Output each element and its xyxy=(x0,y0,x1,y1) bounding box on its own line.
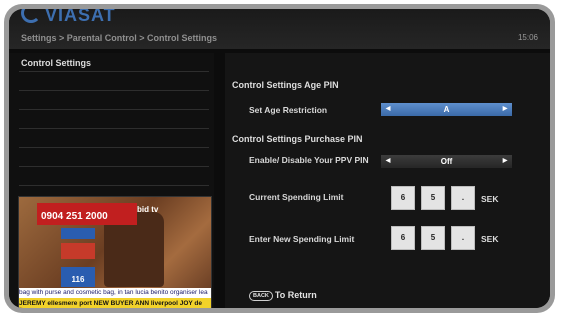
preview-price-tag xyxy=(61,243,95,259)
viasat-logo-icon xyxy=(21,9,41,23)
current-limit-digit-2: 5 xyxy=(421,186,445,210)
settings-panel: Control Settings Age PIN Set Age Restric… xyxy=(225,53,550,308)
arrow-left-icon[interactable]: ◀ xyxy=(383,155,393,168)
ppv-pin-toggle-label: Enable/ Disable Your PPV PIN xyxy=(249,155,369,165)
sidebar-divider xyxy=(19,147,209,148)
age-pin-section-title: Control Settings Age PIN xyxy=(232,80,339,90)
current-limit-digit-3: . xyxy=(451,186,475,210)
preview-quantity: 116 xyxy=(61,267,95,287)
sidebar-title: Control Settings xyxy=(21,58,91,68)
ppv-pin-toggle-value: Off xyxy=(440,157,453,166)
viasat-logo: VIASAT xyxy=(21,9,116,26)
preview-channel-logo: bid tv xyxy=(137,205,159,214)
preview-phone-number: 0904 251 2000 xyxy=(41,211,108,222)
back-key-icon: BACK xyxy=(249,291,273,301)
age-restriction-label: Set Age Restriction xyxy=(249,105,328,115)
preview-ticker-top: bag with purse and cosmetic bag, in tan … xyxy=(19,288,211,298)
tv-frame: VIASAT Settings > Parental Control > Con… xyxy=(4,4,555,313)
new-spending-limit-label: Enter New Spending Limit xyxy=(249,234,355,244)
new-limit-digit-3[interactable]: . xyxy=(451,226,475,250)
return-hint[interactable]: BACK To Return xyxy=(249,290,317,301)
current-spending-limit-label: Current Spending Limit xyxy=(249,192,344,202)
arrow-right-icon[interactable]: ▶ xyxy=(500,103,510,116)
return-label: To Return xyxy=(274,290,317,300)
sidebar: Control Settings 0904 251 2000 bid tv 11… xyxy=(9,53,214,308)
sidebar-divider xyxy=(19,109,209,110)
current-limit-digit-1: 6 xyxy=(391,186,415,210)
ppv-pin-toggle-selector[interactable]: ◀ Off ▶ xyxy=(381,155,512,168)
sidebar-divider xyxy=(19,90,209,91)
arrow-right-icon[interactable]: ▶ xyxy=(500,155,510,168)
sidebar-divider xyxy=(19,166,209,167)
preview-tag xyxy=(61,228,95,239)
current-limit-unit: SEK xyxy=(481,194,499,204)
clock: 15:06 xyxy=(517,33,538,42)
purchase-pin-section-title: Control Settings Purchase PIN xyxy=(232,134,363,144)
preview-phone-banner: 0904 251 2000 xyxy=(37,203,137,225)
new-limit-unit: SEK xyxy=(481,234,499,244)
sidebar-divider xyxy=(19,185,209,186)
arrow-left-icon[interactable]: ◀ xyxy=(383,103,393,116)
breadcrumb: Settings > Parental Control > Control Se… xyxy=(21,33,218,43)
age-restriction-value: A xyxy=(443,105,450,114)
new-limit-digit-2[interactable]: 5 xyxy=(421,226,445,250)
age-restriction-selector[interactable]: ◀ A ▶ xyxy=(381,103,512,116)
tv-screen: VIASAT Settings > Parental Control > Con… xyxy=(9,9,550,308)
sidebar-divider xyxy=(19,128,209,129)
logo-text: VIASAT xyxy=(45,9,116,25)
header-bar: VIASAT Settings > Parental Control > Con… xyxy=(9,9,550,49)
preview-ticker-bottom: JEREMY ellesmere port NEW BUYER ANN live… xyxy=(19,298,211,308)
tv-preview-window: 0904 251 2000 bid tv 116 bag with purse … xyxy=(18,196,212,308)
sidebar-divider xyxy=(19,71,209,72)
new-limit-digit-1[interactable]: 6 xyxy=(391,226,415,250)
